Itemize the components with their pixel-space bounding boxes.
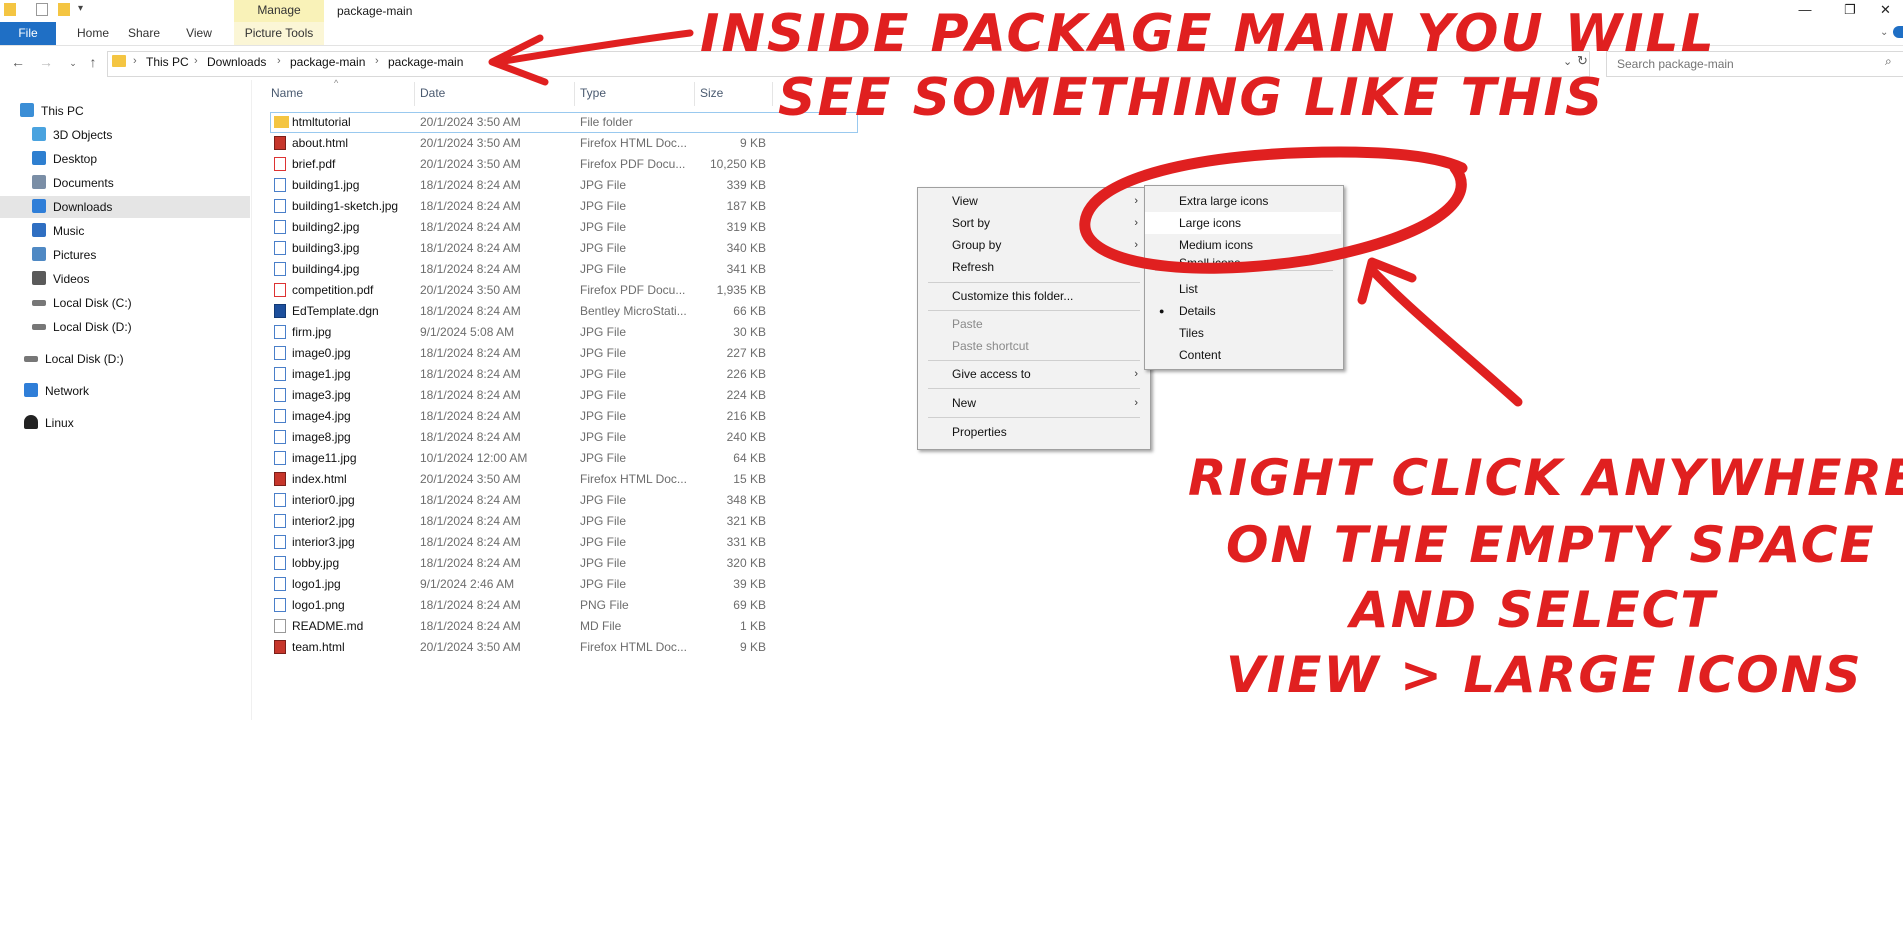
annotation-text-bottom-1: RIGHT CLICK ANYWHERE [1188, 449, 1903, 507]
annotation-text-top-1: INSIDE PACKAGE MAIN YOU WILL [700, 4, 1716, 64]
annotation-text-bottom-3: AND SELECT [1350, 581, 1717, 639]
annotation-text-bottom-2: ON THE EMPTY SPACE [1226, 516, 1876, 574]
annotation-text-bottom-4: VIEW > LARGE ICONS [1226, 646, 1863, 704]
bottom-arrow-shaft [1367, 265, 1523, 407]
annotation-circle [1079, 146, 1468, 274]
annotation-text-top-2: SEE SOMETHING LIKE THIS [778, 68, 1605, 128]
